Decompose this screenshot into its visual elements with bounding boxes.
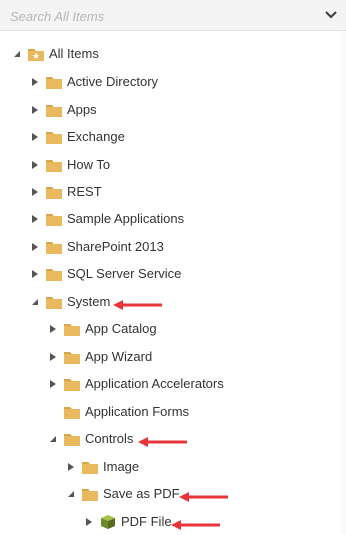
tree-item-sample-applications[interactable]: Sample Applications: [0, 208, 340, 230]
expanded-triangle-icon[interactable]: [12, 48, 22, 60]
chevron-down-icon[interactable]: [322, 6, 340, 24]
collapsed-triangle-icon[interactable]: [66, 461, 76, 473]
folder-icon: [45, 74, 63, 90]
tree-item-save-as-pdf[interactable]: Save as PDF: [0, 483, 340, 505]
tree-item-label[interactable]: Image: [103, 459, 139, 474]
tree-item-application-accelerators[interactable]: Application Accelerators: [0, 373, 340, 395]
collapsed-triangle-icon[interactable]: [30, 186, 40, 198]
tree-item-how-to[interactable]: How To: [0, 154, 340, 176]
tree-item-label[interactable]: App Catalog: [85, 321, 157, 336]
collapsed-triangle-icon[interactable]: [48, 323, 58, 335]
folder-icon: [45, 211, 63, 227]
folder-icon: [63, 404, 81, 420]
tree-item-sql-server-service[interactable]: SQL Server Service: [0, 263, 340, 285]
tree-item-label[interactable]: PDF File: [121, 514, 172, 529]
folder-icon: [45, 184, 63, 200]
tree-item-label[interactable]: Exchange: [67, 129, 125, 144]
tree-panel: All Items Active Directory Apps: [0, 0, 346, 535]
tree-item-controls[interactable]: Controls: [0, 428, 340, 450]
collapsed-triangle-icon[interactable]: [48, 351, 58, 363]
collapsed-triangle-icon[interactable]: [48, 378, 58, 390]
tree-item-label[interactable]: REST: [67, 184, 102, 199]
tree-item-apps[interactable]: Apps: [0, 99, 340, 121]
collapsed-triangle-icon[interactable]: [30, 104, 40, 116]
folder-icon: [81, 459, 99, 475]
tree-item-label[interactable]: Application Forms: [85, 404, 189, 419]
cube-icon: [99, 514, 117, 530]
expanded-triangle-icon[interactable]: [30, 296, 40, 308]
collapsed-triangle-icon[interactable]: [30, 268, 40, 280]
tree-item-rest[interactable]: REST: [0, 181, 340, 203]
tree-item-exchange[interactable]: Exchange: [0, 126, 340, 148]
tree-item-application-forms[interactable]: Application Forms: [0, 401, 340, 423]
folder-icon: [63, 349, 81, 365]
tree-item-label[interactable]: System: [67, 294, 110, 309]
tree-item-all-items[interactable]: All Items: [0, 43, 340, 65]
tree-item-label[interactable]: App Wizard: [85, 349, 152, 364]
red-arrow-icon: [112, 297, 163, 310]
collapsed-triangle-icon[interactable]: [30, 76, 40, 88]
tree-item-pdf-file[interactable]: PDF File: [0, 511, 340, 533]
tree-item-label[interactable]: Application Accelerators: [85, 376, 224, 391]
collapsed-triangle-icon[interactable]: [30, 241, 40, 253]
tree-item-image[interactable]: Image: [0, 456, 340, 478]
folder-icon: [45, 129, 63, 145]
tree-item-system[interactable]: System: [0, 291, 340, 313]
tree-item-label[interactable]: SharePoint 2013: [67, 239, 164, 254]
tree-item-label[interactable]: Save as PDF: [103, 486, 180, 501]
collapsed-triangle-icon[interactable]: [30, 159, 40, 171]
tree-item-active-directory[interactable]: Active Directory: [0, 71, 340, 93]
expanded-triangle-icon[interactable]: [66, 488, 76, 500]
red-arrow-icon: [170, 517, 221, 530]
folder-icon: [45, 294, 63, 310]
folder-star-icon: [27, 46, 45, 62]
scrollbar[interactable]: [340, 31, 346, 535]
folder-icon: [63, 431, 81, 447]
tree-item-label[interactable]: Active Directory: [67, 74, 158, 89]
collapsed-triangle-icon[interactable]: [30, 213, 40, 225]
red-arrow-icon: [178, 489, 229, 502]
tree-item-label[interactable]: All Items: [49, 46, 99, 61]
tree-item-sharepoint-2013[interactable]: SharePoint 2013: [0, 236, 340, 258]
folder-icon: [63, 376, 81, 392]
tree-item-app-wizard[interactable]: App Wizard: [0, 346, 340, 368]
red-arrow-icon: [137, 434, 188, 447]
tree-item-label[interactable]: SQL Server Service: [67, 266, 181, 281]
search-input[interactable]: [6, 6, 310, 26]
folder-icon: [45, 102, 63, 118]
tree-item-label[interactable]: How To: [67, 157, 110, 172]
collapsed-triangle-icon[interactable]: [84, 516, 94, 528]
tree-item-app-catalog[interactable]: App Catalog: [0, 318, 340, 340]
folder-icon: [45, 266, 63, 282]
tree-item-label[interactable]: Controls: [85, 431, 133, 446]
tree-item-label[interactable]: Sample Applications: [67, 211, 184, 226]
search-bar: [0, 0, 346, 31]
collapsed-triangle-icon[interactable]: [30, 131, 40, 143]
folder-icon: [63, 321, 81, 337]
folder-icon: [81, 486, 99, 502]
folder-icon: [45, 239, 63, 255]
expanded-triangle-icon[interactable]: [48, 433, 58, 445]
tree-item-label[interactable]: Apps: [67, 102, 97, 117]
folder-icon: [45, 157, 63, 173]
